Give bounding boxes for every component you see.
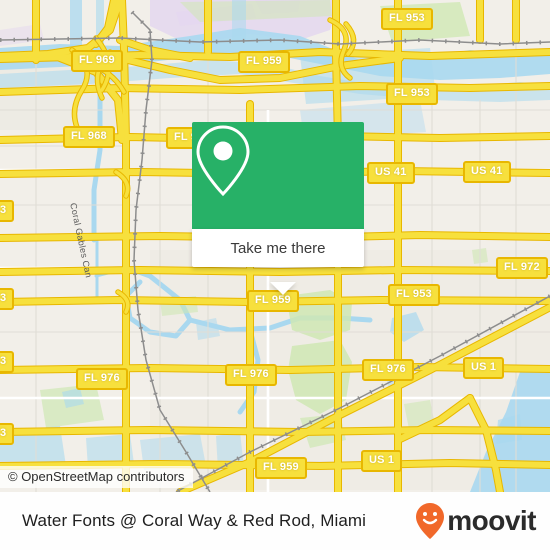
- road-shield: 3: [0, 423, 15, 445]
- take-me-there-button[interactable]: Take me there: [192, 229, 364, 267]
- osm-attribution-text: © OpenStreetMap contributors: [8, 469, 185, 484]
- road-shield: FL 969: [71, 50, 123, 72]
- road-shield: 3: [0, 288, 15, 310]
- road-shield: FL 976: [362, 359, 414, 381]
- road-shield: FL 976: [225, 364, 277, 386]
- popup-image-area: [192, 122, 364, 229]
- road-shield: FL 968: [63, 126, 115, 148]
- destination-popup[interactable]: Take me there: [192, 122, 364, 295]
- footer-bar: Water Fonts @ Coral Way & Red Rod, Miami…: [0, 492, 550, 550]
- road-shield: 3: [0, 200, 15, 222]
- moovit-wordmark: moovit: [447, 505, 536, 536]
- road-shield: FL 959: [255, 457, 307, 479]
- moovit-logo[interactable]: moovit: [415, 502, 536, 540]
- place-title: Water Fonts @ Coral Way & Red Rod, Miami: [22, 511, 367, 530]
- road-shield: FL 976: [76, 368, 128, 390]
- road-shield: 3: [0, 351, 15, 373]
- road-shield: FL 953: [388, 284, 440, 306]
- road-shield: US 1: [361, 450, 403, 472]
- road-shield: US 41: [463, 161, 511, 183]
- road-shield: FL 953: [381, 8, 433, 30]
- road-shield: FL 972: [496, 257, 548, 279]
- road-shield: FL 959: [238, 51, 290, 73]
- map-page: .w{fill:#a9d8ef} .pk{fill:#cfe8b4} .ap{f…: [0, 0, 550, 550]
- road-shield: US 1: [463, 357, 505, 379]
- popup-pointer-tail: [270, 282, 296, 295]
- road-shield: US 41: [367, 162, 415, 184]
- moovit-pin-smiley-icon: [415, 502, 445, 540]
- take-me-there-label: Take me there: [230, 239, 326, 257]
- map-canvas[interactable]: .w{fill:#a9d8ef} .pk{fill:#cfe8b4} .ap{f…: [0, 0, 550, 492]
- osm-attribution[interactable]: © OpenStreetMap contributors: [0, 466, 193, 488]
- road-shield: FL 953: [386, 83, 438, 105]
